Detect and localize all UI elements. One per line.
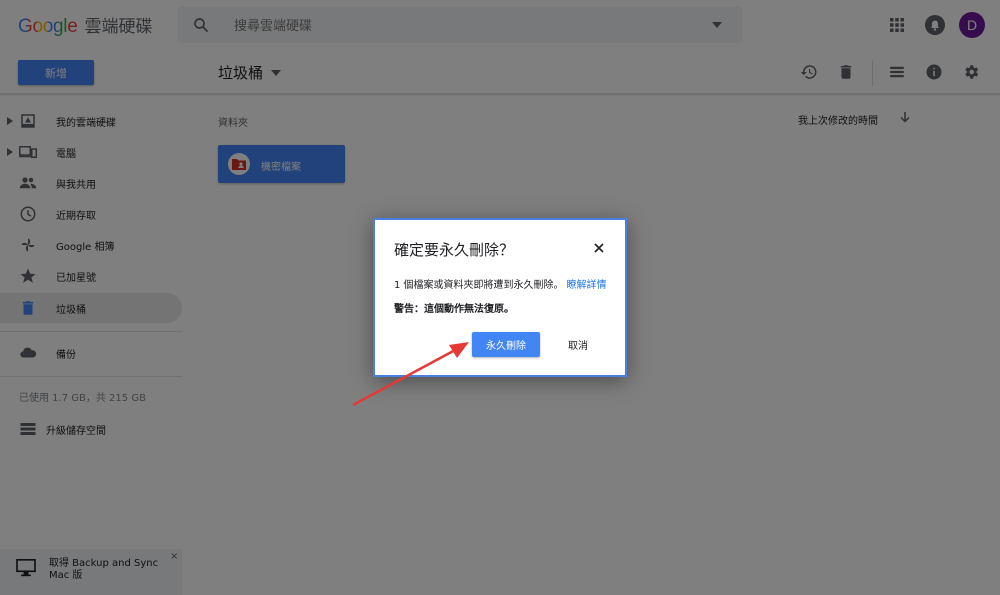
dialog-body-text: 1 個檔案或資料夾即將遭到永久刪除。 [394, 280, 564, 291]
learn-more-link[interactable]: 瞭解詳情 [567, 280, 607, 291]
annotation-arrow-icon [352, 342, 469, 407]
dialog-body: 1 個檔案或資料夾即將遭到永久刪除。 瞭解詳情 [394, 276, 607, 291]
dialog-warning: 警告：這個動作無法復原。 [394, 304, 514, 315]
close-icon[interactable] [592, 241, 606, 255]
dialog-title: 確定要永久刪除？ [394, 241, 515, 259]
cancel-button[interactable]: 取消 [556, 332, 600, 357]
delete-forever-button[interactable]: 永久刪除 [472, 332, 540, 357]
